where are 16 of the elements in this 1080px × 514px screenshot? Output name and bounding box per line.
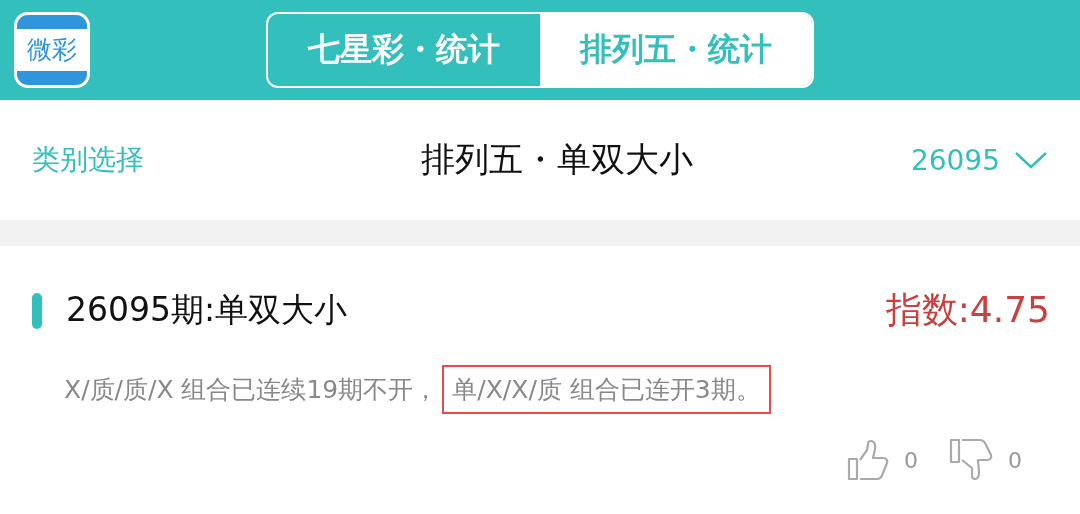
thumbs-up-icon[interactable] — [846, 438, 890, 482]
page-title: 排列五・单双大小 — [421, 138, 694, 181]
app-logo: 微彩 — [14, 12, 90, 88]
item-title: 26095期:单双大小 — [66, 289, 348, 331]
dislike-count: 0 — [1008, 447, 1022, 473]
description-text: X/质/质/X 组合已连续19期不开， — [64, 374, 439, 406]
like-count: 0 — [904, 447, 918, 473]
highlighted-text: 单/X/X/质 组合已连开3期。 — [442, 365, 771, 414]
tab[interactable]: 排列五・统计 — [540, 14, 812, 86]
thumbs-down-icon[interactable] — [948, 438, 994, 482]
chevron-down-icon — [1014, 150, 1048, 170]
category-link[interactable]: 类别选择 — [32, 141, 144, 179]
period-dropdown[interactable]: 26095 — [910, 143, 1048, 177]
accent-bar — [32, 292, 42, 329]
index-value: 指数:4.75 — [885, 288, 1050, 332]
tab[interactable]: 七星彩・统计 — [268, 14, 540, 86]
